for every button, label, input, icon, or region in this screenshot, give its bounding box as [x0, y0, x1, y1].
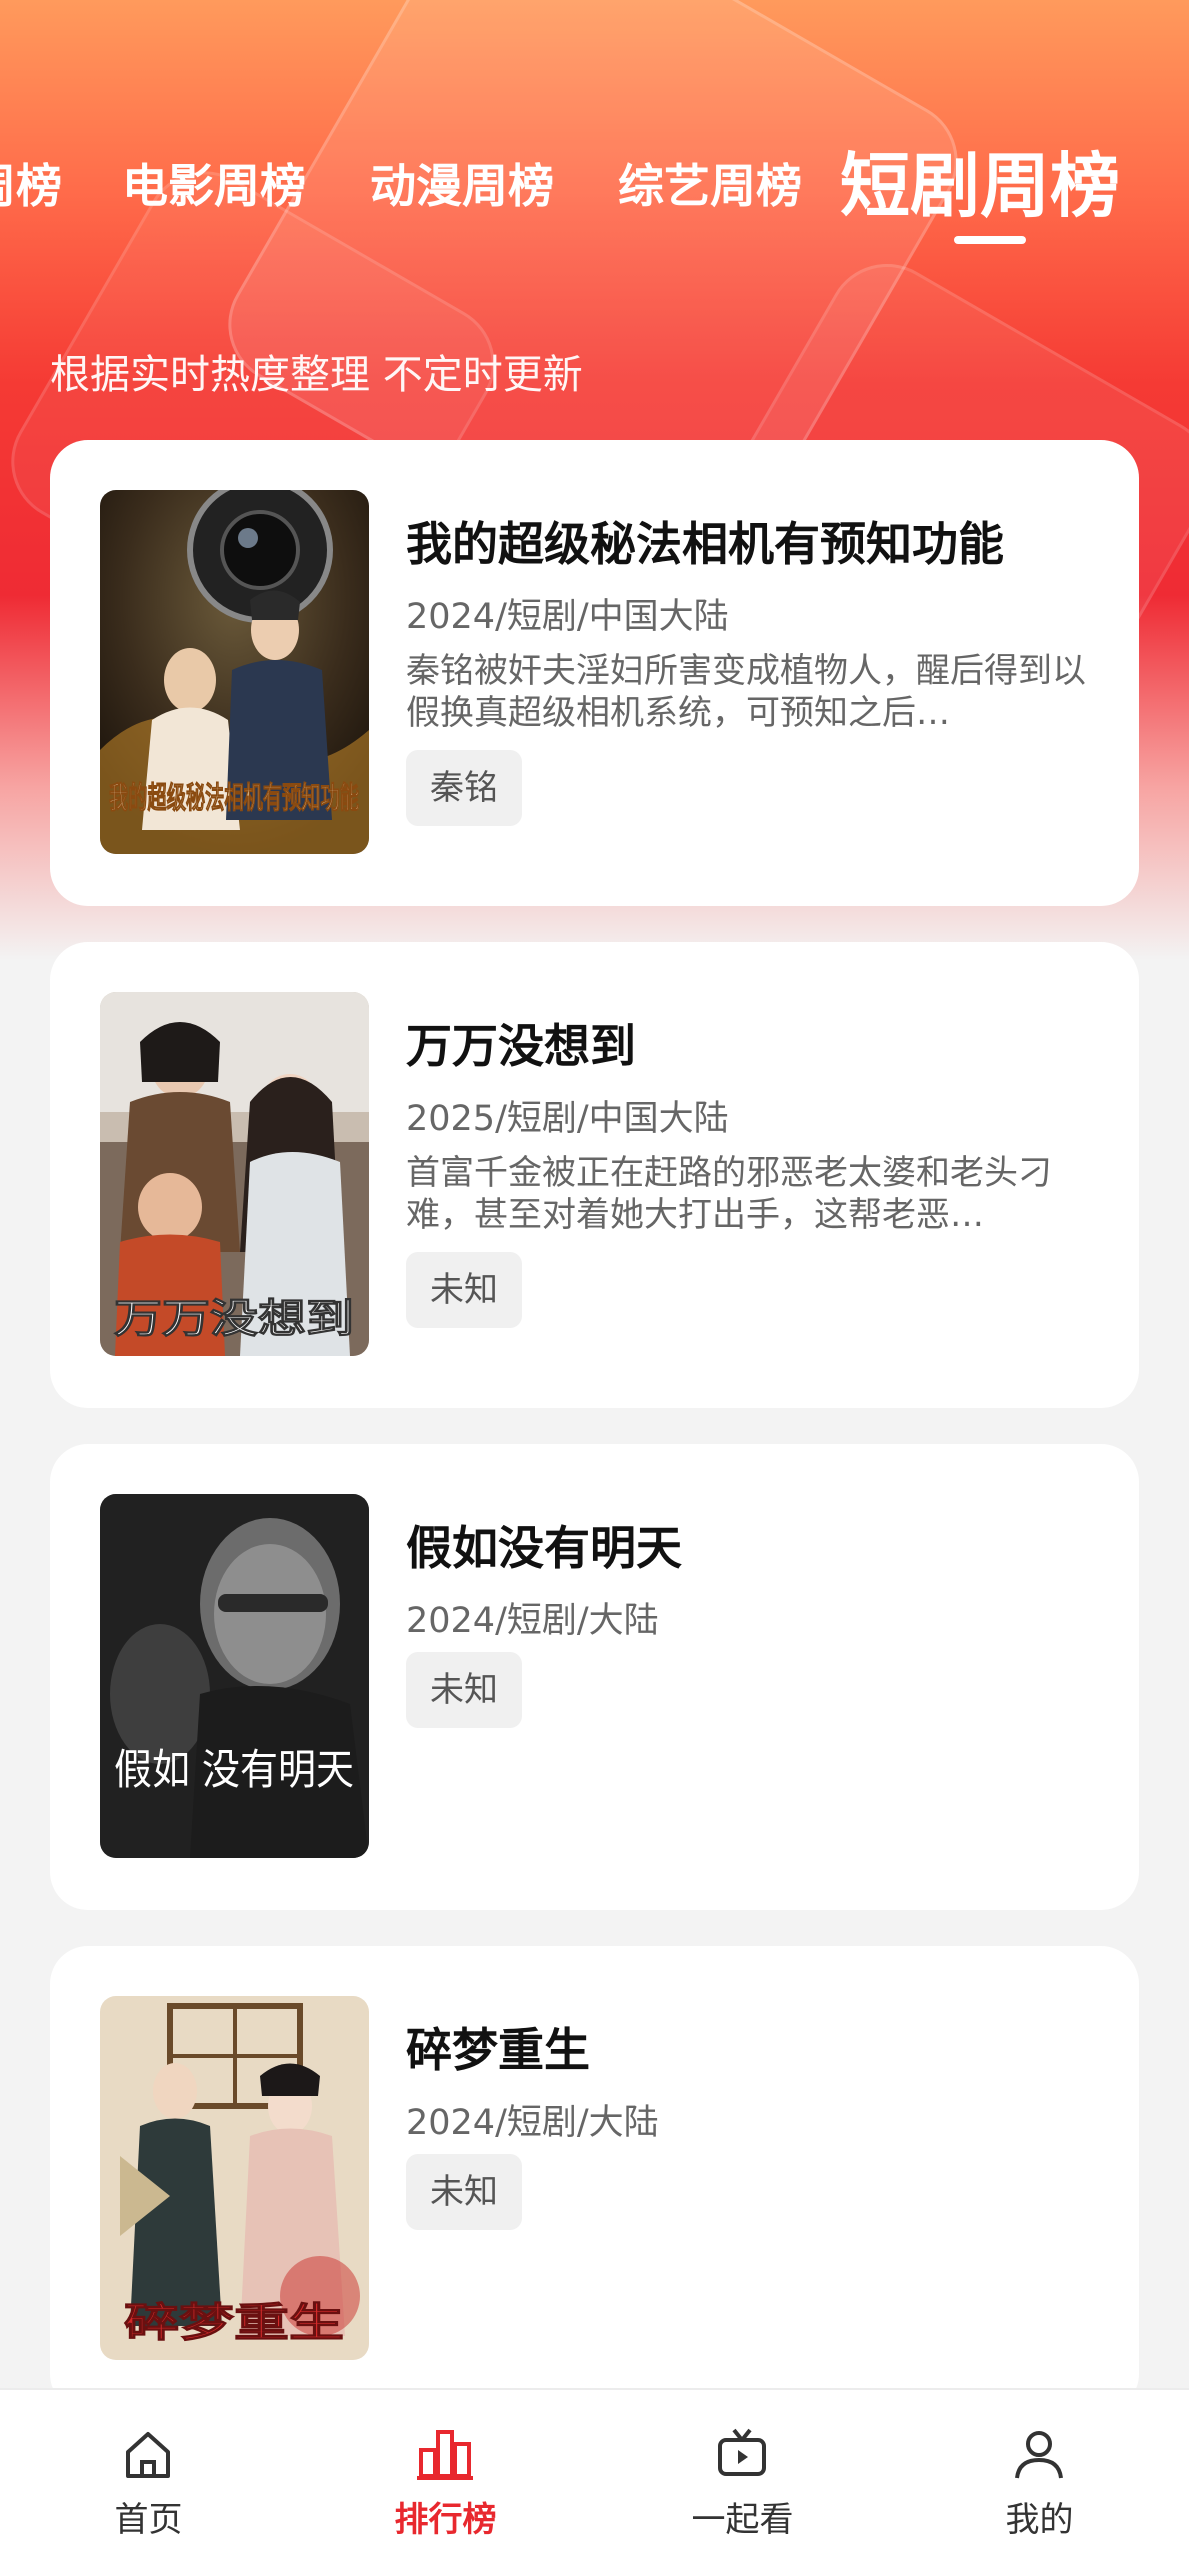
tab-short-drama-weekly[interactable]: 短剧周榜 — [840, 130, 1120, 231]
tab-weekly[interactable]: 周榜 — [0, 150, 62, 216]
ranking-card[interactable]: 我的超级秘法相机有预知功能 我的超级秘法相机有预知功能 2024/短剧/中国大陆… — [50, 440, 1139, 906]
item-meta: 2024/短剧/大陆 — [406, 2103, 659, 2143]
item-title[interactable]: 我的超级秘法相机有预知功能 — [406, 508, 1004, 574]
ranking-subtitle: 根据实时热度整理 不定时更新 — [50, 352, 583, 398]
nav-ranking-label: 排行榜 — [394, 2500, 497, 2540]
ranking-tabs: 周榜 电影周榜 动漫周榜 综艺周榜 短剧周榜 — [0, 120, 1189, 250]
item-description: 首富千金被正在赶路的邪恶老太婆和老头刁难，甚至对着她大打出手，这帮老恶… — [406, 1153, 1052, 1235]
actor-tag[interactable]: 秦铭 — [406, 750, 522, 826]
item-meta: 2024/短剧/大陆 — [406, 1601, 659, 1641]
user-icon — [1015, 2431, 1063, 2479]
poster-image: 碎梦重生 — [100, 1996, 369, 2360]
poster-text: 我的超级秘法相机有预知功能 — [109, 781, 359, 816]
nav-watch-together-label: 一起看 — [691, 2500, 794, 2540]
nav-ranking[interactable]: 排行榜 — [297, 2390, 594, 2562]
ranking-card[interactable]: 万万没想到 万万没想到 2025/短剧/中国大陆 首富千金被正在赶路的邪恶老太婆… — [50, 942, 1139, 1408]
nav-home-label: 首页 — [114, 2500, 183, 2540]
nav-home[interactable]: 首页 — [0, 2390, 297, 2562]
poster-image: 万万没想到 — [100, 992, 369, 1356]
nav-profile-label: 我的 — [1005, 2500, 1074, 2540]
ranking-card[interactable]: 假如 没有明天 假如没有明天 2024/短剧/大陆 未知 — [50, 1444, 1139, 1910]
poster-text: 碎梦重生 — [124, 2300, 344, 2346]
actor-tag[interactable]: 未知 — [406, 1652, 522, 1728]
active-tab-indicator — [954, 236, 1026, 244]
item-meta: 2024/短剧/中国大陆 — [406, 597, 729, 637]
bottom-navigation: 首页 排行榜 一起看 我的 — [0, 2388, 1189, 2562]
tab-anime-weekly[interactable]: 动漫周榜 — [370, 150, 554, 216]
tv-icon — [718, 2428, 766, 2476]
poster-image: 假如 没有明天 — [100, 1494, 369, 1858]
tab-movie-weekly[interactable]: 电影周榜 — [122, 150, 306, 216]
item-meta: 2025/短剧/中国大陆 — [406, 1099, 729, 1139]
item-description: 秦铭被奸夫淫妇所害变成植物人，醒后得到以假换真超级相机系统，可预知之后… — [406, 651, 1086, 733]
item-title[interactable]: 万万没想到 — [406, 1010, 636, 1076]
poster-text: 假如 没有明天 — [114, 1745, 354, 1794]
item-title[interactable]: 碎梦重生 — [406, 2014, 590, 2080]
poster-image: 我的超级秘法相机有预知功能 — [100, 490, 369, 854]
home-icon — [126, 2432, 170, 2478]
nav-profile[interactable]: 我的 — [891, 2390, 1188, 2562]
actor-tag[interactable]: 未知 — [406, 2154, 522, 2230]
poster-text: 万万没想到 — [114, 1296, 354, 1342]
actor-tag[interactable]: 未知 — [406, 1252, 522, 1328]
nav-watch-together[interactable]: 一起看 — [594, 2390, 891, 2562]
ranking-icon — [417, 2430, 473, 2480]
item-title[interactable]: 假如没有明天 — [406, 1512, 682, 1578]
ranking-card[interactable]: 碎梦重生 碎梦重生 2024/短剧/大陆 未知 — [50, 1946, 1139, 2412]
tab-variety-weekly[interactable]: 综艺周榜 — [618, 150, 802, 216]
